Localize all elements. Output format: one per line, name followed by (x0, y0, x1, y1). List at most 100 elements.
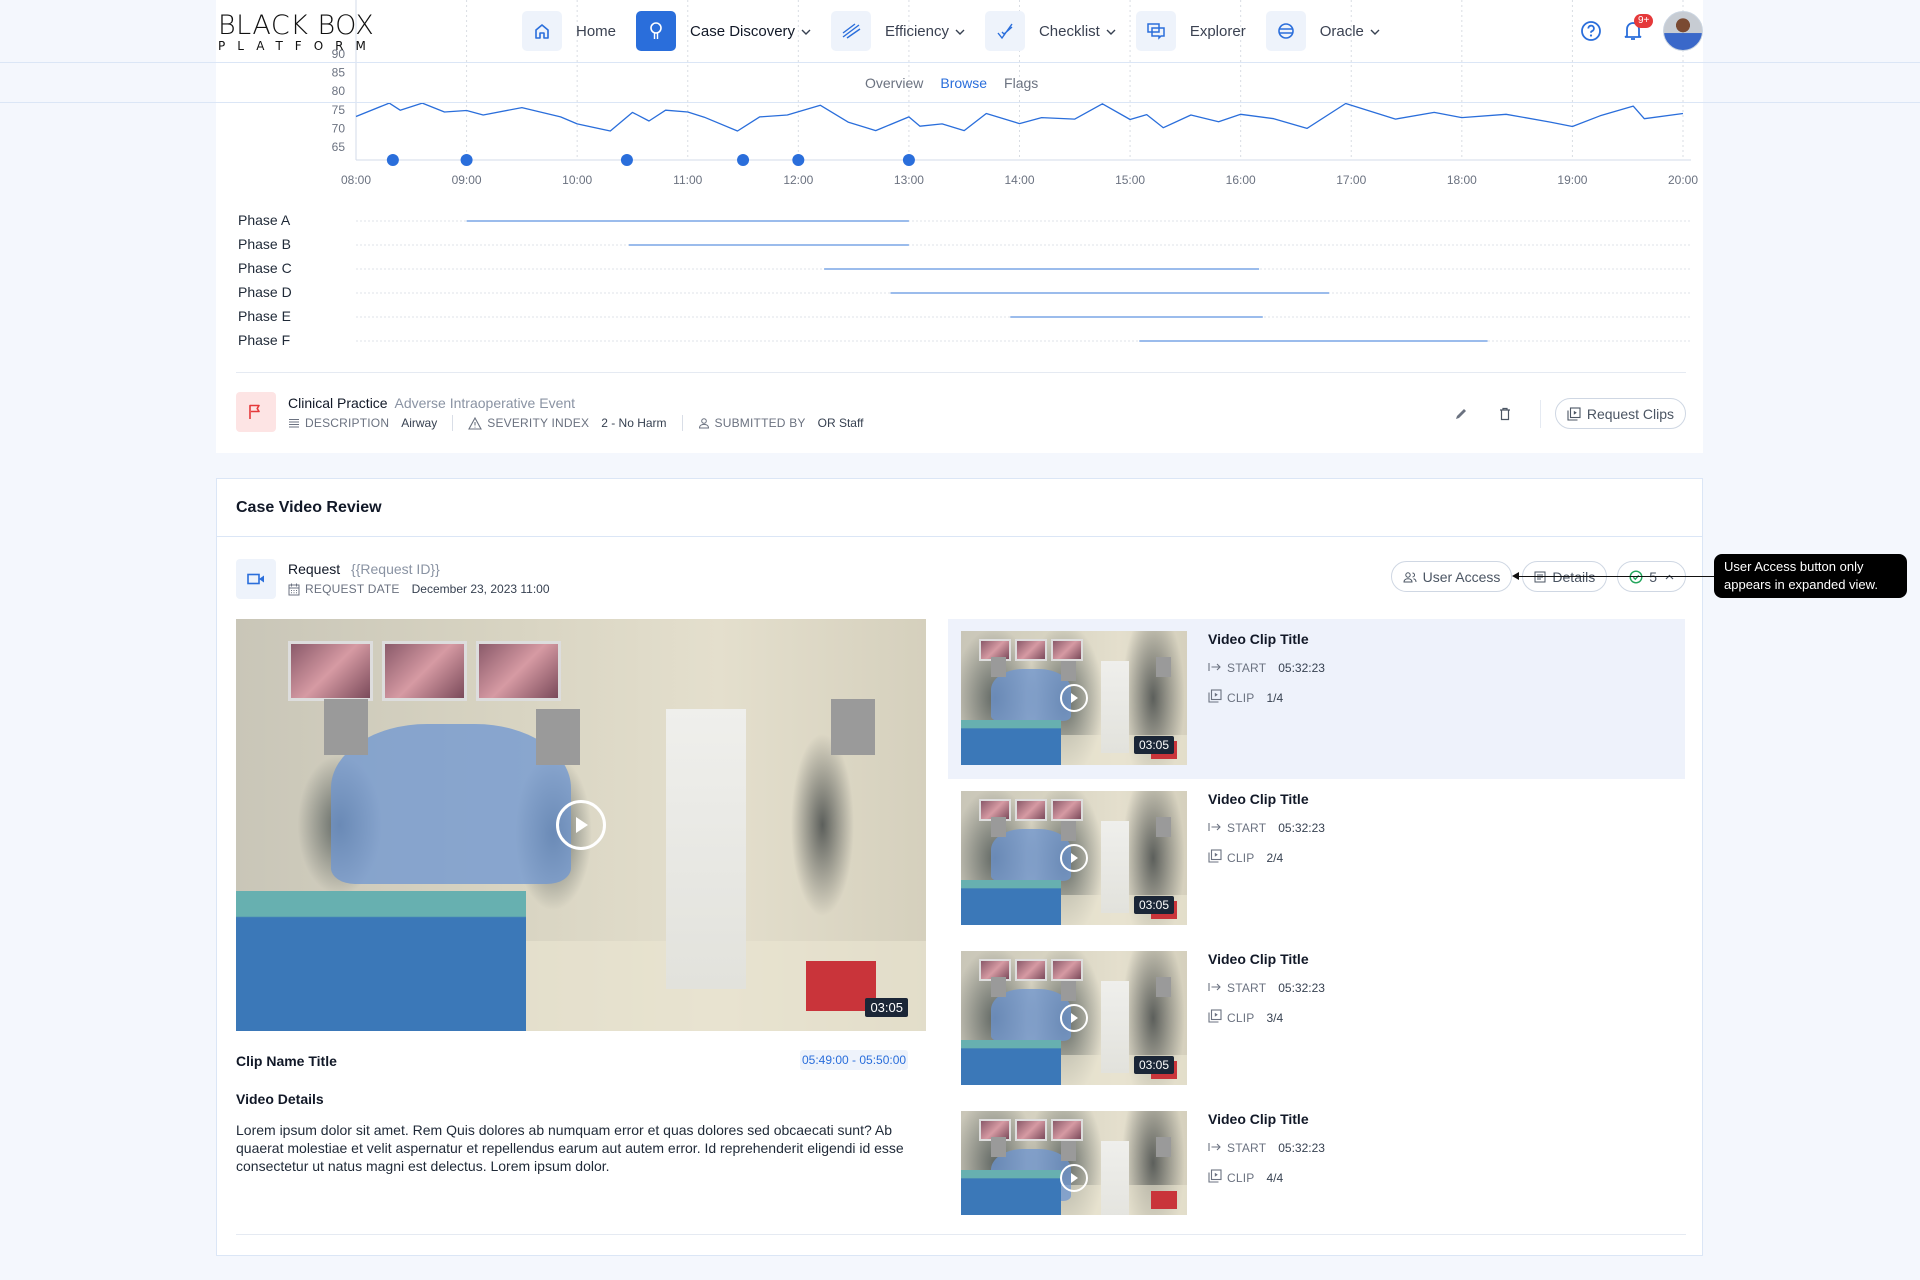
notification-badge: 9+ (1634, 14, 1654, 28)
nav-label: Explorer (1189, 22, 1246, 40)
clip-thumbnail[interactable]: 03:05 (961, 631, 1187, 765)
clip-duration: 03:05 (1133, 1056, 1174, 1074)
delete-button[interactable] (1490, 399, 1520, 429)
nav-explorer[interactable]: Explorer (1135, 11, 1246, 51)
notifications-button[interactable]: 9+ (1613, 11, 1654, 51)
annotation-tooltip: User Access button only appears in expan… (1714, 554, 1907, 598)
flag-actions: Request Clips (1446, 398, 1686, 429)
tab-browse[interactable]: Browse (940, 75, 987, 91)
help-circle-icon (1581, 21, 1601, 41)
nav-label: Case Discovery (690, 22, 796, 40)
request-date-value: December 23, 2023 11:00 (411, 582, 550, 596)
card-header: Case Video Review (217, 479, 1702, 537)
nav-checklist[interactable]: Checklist (984, 11, 1116, 51)
edit-button[interactable] (1446, 399, 1476, 429)
play-button[interactable] (556, 800, 606, 850)
divider (236, 372, 1686, 373)
separator (452, 415, 454, 431)
clip-index: CLIP 4/4 (1208, 1169, 1283, 1186)
flag-title: Clinical Practice Adverse Intraoperative… (288, 395, 575, 411)
video-duration: 03:05 (865, 998, 908, 1017)
annotation-arrow-icon (1512, 572, 1519, 580)
clip-title: Video Clip Title (1208, 791, 1309, 807)
case-video-review-card: Case Video Review Request {{Request ID}}… (216, 478, 1703, 1256)
clip-time-range: 05:49:00 - 05:50:00 (800, 1050, 909, 1070)
clip-card[interactable]: Video Clip Title START 05:32:23 CLIP 4/4 (948, 1099, 1685, 1259)
play-button[interactable] (1060, 1004, 1088, 1032)
request-clips-label: Request Clips (1586, 405, 1674, 422)
lightbulb-icon (636, 11, 677, 51)
flag-icon (236, 392, 276, 432)
list-icon (288, 417, 300, 429)
submitted-key: SUBMITTED BY (714, 416, 806, 430)
clip-title: Video Clip Title (1208, 951, 1309, 967)
request-meta: REQUEST DATE December 23, 2023 11:00 (288, 582, 550, 596)
clip-thumbnail[interactable]: 03:05 (961, 951, 1187, 1085)
clip-index: CLIP 1/4 (1208, 689, 1283, 706)
video-library-icon (1208, 1009, 1222, 1026)
clip-name: Clip Name Title (236, 1053, 337, 1069)
card-title: Case Video Review (236, 499, 382, 516)
logo-title: BLACK BOX (218, 10, 375, 41)
user-access-button[interactable]: User Access (1390, 561, 1513, 592)
nav-oracle[interactable]: Oracle (1265, 11, 1380, 51)
separator (1539, 399, 1541, 428)
header-actions: 9+ (1569, 11, 1703, 51)
start-arrow-icon (1208, 821, 1222, 835)
description-value: Airway (401, 416, 438, 430)
clip-list: 03:05 Video Clip Title START 05:32:23 CL… (948, 619, 1685, 1259)
nav-label: Oracle (1319, 22, 1364, 40)
video-library-icon (1208, 1169, 1222, 1186)
nav-label: Checklist (1038, 22, 1100, 40)
play-icon (576, 817, 588, 833)
flag-category: Clinical Practice (288, 395, 388, 411)
nav-label: Efficiency (885, 22, 949, 40)
request-clips-button[interactable]: Request Clips (1554, 398, 1686, 429)
nav-home[interactable]: Home (522, 11, 616, 51)
logo[interactable]: BLACK BOX PLATFORM (218, 12, 378, 52)
users-icon (1403, 571, 1417, 583)
video-library-icon (1208, 689, 1222, 706)
play-button[interactable] (1060, 844, 1088, 872)
nav-label: Home (576, 22, 617, 40)
flag-row: Clinical Practice Adverse Intraoperative… (236, 392, 1686, 440)
tab-flags[interactable]: Flags (1004, 75, 1038, 91)
phase-label: Phase F (238, 332, 291, 348)
main-video-player[interactable]: 03:05 (236, 619, 926, 1031)
video-camera-icon (236, 559, 276, 599)
flag-meta: DESCRIPTION Airway SEVERITY INDEX 2 - No… (288, 415, 863, 431)
sub-navigation: Overview Browse Flags (0, 63, 1920, 103)
video-library-icon (1208, 849, 1222, 866)
video-library-icon (1567, 406, 1581, 421)
play-button[interactable] (1060, 684, 1088, 712)
clip-index: CLIP 2/4 (1208, 849, 1283, 866)
request-label: Request (288, 561, 341, 577)
clip-duration: 03:05 (1133, 896, 1174, 914)
user-avatar[interactable] (1663, 11, 1703, 51)
clip-card[interactable]: 03:05 Video Clip Title START 05:32:23 CL… (948, 619, 1685, 779)
help-button[interactable] (1571, 11, 1611, 51)
phase-label: Phase D (238, 284, 292, 300)
clip-start: START 05:32:23 (1208, 661, 1325, 675)
clip-thumbnail[interactable]: 03:05 (961, 791, 1187, 925)
divider (236, 1234, 1686, 1235)
start-arrow-icon (1208, 981, 1222, 995)
clip-card[interactable]: 03:05 Video Clip Title START 05:32:23 CL… (948, 939, 1685, 1099)
clip-index: CLIP 3/4 (1208, 1009, 1283, 1026)
home-icon (522, 11, 562, 51)
clip-card[interactable]: 03:05 Video Clip Title START 05:32:23 CL… (948, 779, 1685, 939)
clip-title: Video Clip Title (1208, 631, 1309, 647)
clip-duration: 03:05 (1133, 736, 1174, 754)
start-arrow-icon (1208, 661, 1222, 675)
nav-case-discovery[interactable]: Case Discovery (636, 11, 811, 51)
calendar-icon (288, 583, 300, 596)
tab-overview[interactable]: Overview (865, 75, 923, 91)
clip-thumbnail[interactable] (961, 1111, 1187, 1215)
play-button[interactable] (1060, 1164, 1088, 1192)
request-row: Request {{Request ID}} REQUEST DATE Dece… (236, 559, 1686, 599)
phase-label: Phase E (238, 308, 291, 324)
clip-start: START 05:32:23 (1208, 1141, 1325, 1155)
nav-efficiency[interactable]: Efficiency (831, 11, 965, 51)
video-details-text: Lorem ipsum dolor sit amet. Rem Quis dol… (236, 1122, 904, 1174)
phase-label: Phase B (238, 236, 291, 252)
